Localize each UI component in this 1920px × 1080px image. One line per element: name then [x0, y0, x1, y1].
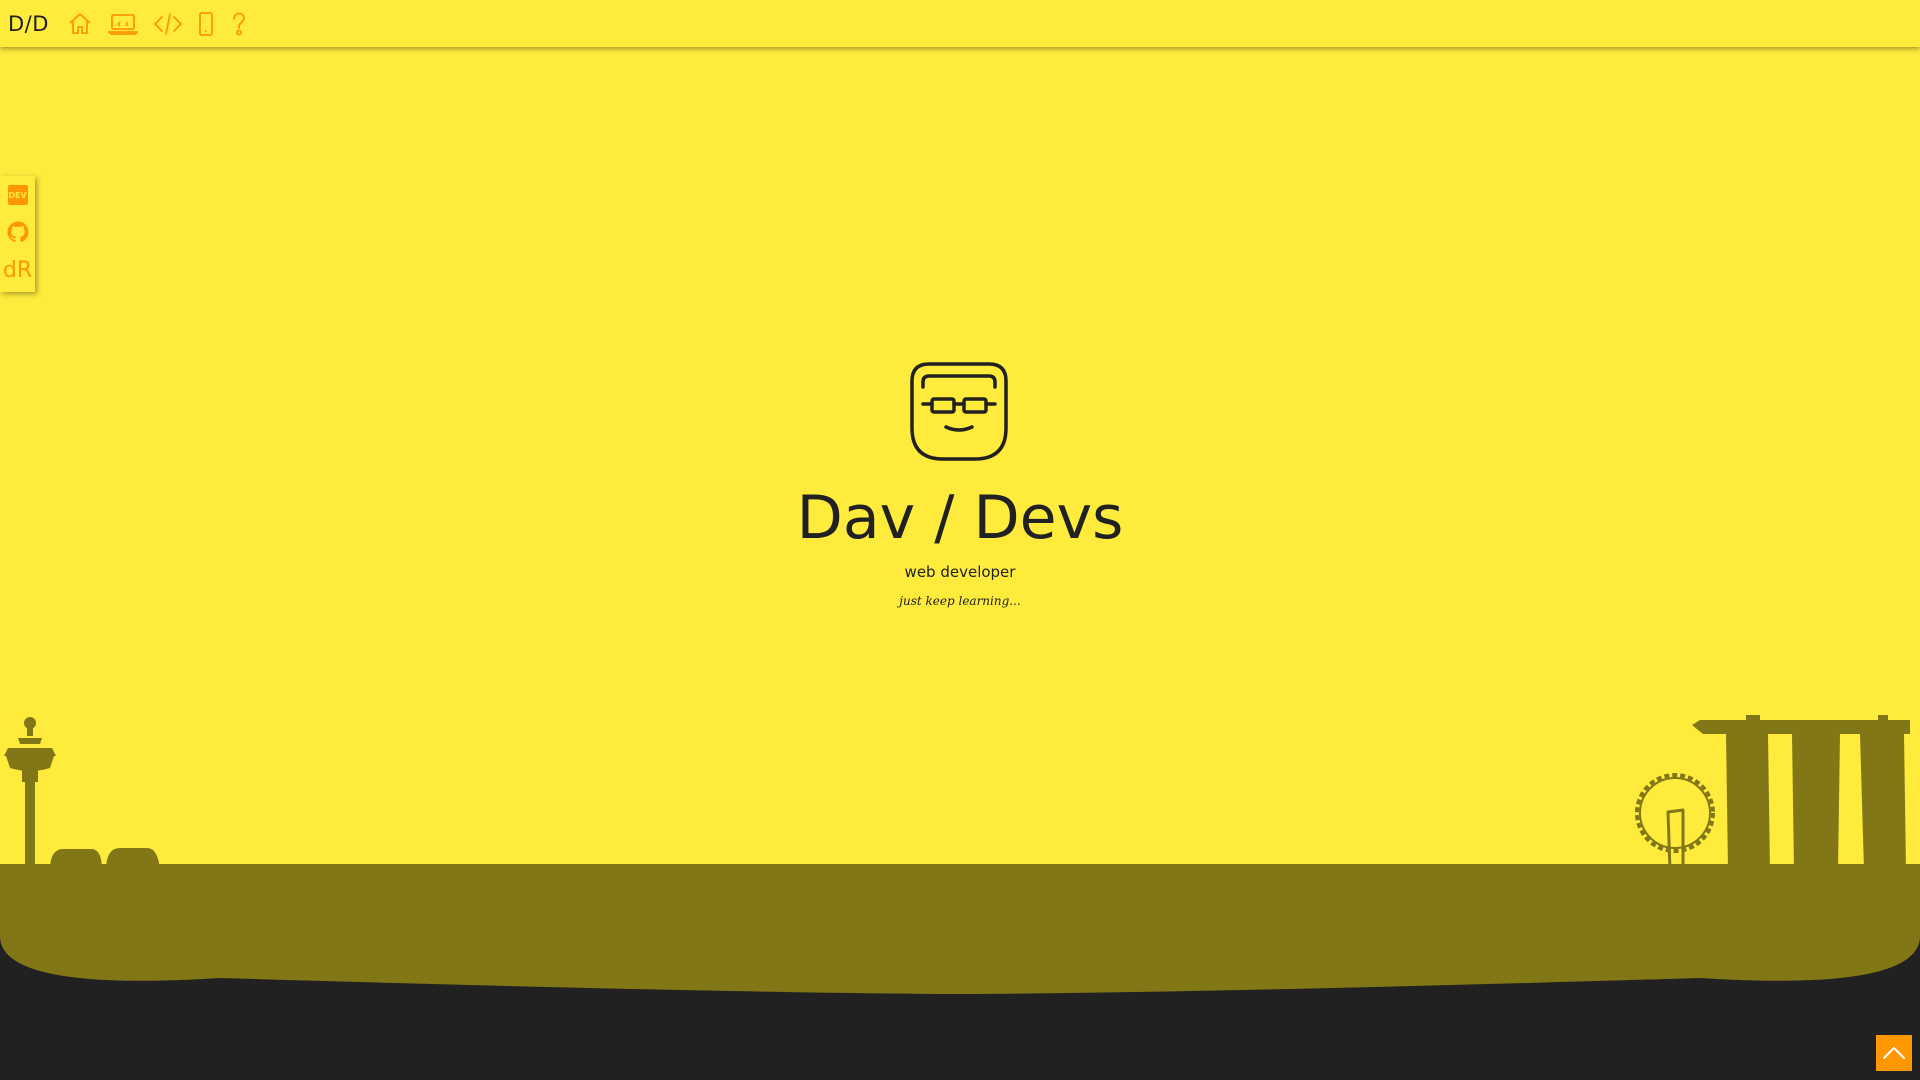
- scroll-to-top-button[interactable]: [1876, 1035, 1912, 1071]
- page-title: Dav / Devs: [796, 483, 1124, 553]
- nav-laptop-link[interactable]: [107, 0, 139, 47]
- nav-code-link[interactable]: [153, 0, 183, 47]
- social-sidebar: DEV dR: [0, 176, 35, 292]
- dev-badge: DEV: [7, 185, 28, 205]
- code-icon: [154, 12, 182, 35]
- chevron-up-icon: [1883, 1047, 1905, 1059]
- page: D/D DEV dR Dav / Devs web developer just…: [0, 0, 1920, 1080]
- dr-label: dR: [2, 258, 33, 283]
- top-navbar: D/D: [0, 0, 1920, 47]
- dev-to-link[interactable]: DEV: [0, 185, 35, 205]
- singapore-skyline: [0, 715, 1920, 1080]
- brand-logo[interactable]: D/D: [8, 12, 49, 36]
- hero-tagline: just keep learning...: [899, 594, 1021, 608]
- home-icon: [69, 12, 91, 34]
- nav-home-link[interactable]: [67, 0, 93, 47]
- nav-mobile-link[interactable]: [197, 0, 215, 47]
- laptop-icon: [108, 13, 138, 35]
- github-icon: [7, 221, 28, 243]
- question-icon: [233, 12, 245, 35]
- hero-subtitle: web developer: [904, 563, 1016, 581]
- mobile-icon: [199, 11, 213, 36]
- nav-help-link[interactable]: [229, 0, 249, 47]
- dr-link[interactable]: dR: [0, 258, 35, 283]
- developer-face-icon: [910, 362, 1008, 461]
- github-link[interactable]: [0, 220, 35, 244]
